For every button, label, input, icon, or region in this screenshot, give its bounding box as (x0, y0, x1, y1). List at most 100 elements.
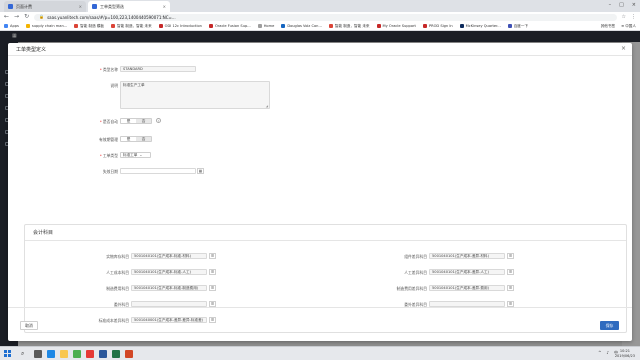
app-icon[interactable] (86, 350, 94, 358)
bookmark-item[interactable]: Home (257, 24, 274, 28)
tray-up-icon[interactable]: ^ (598, 350, 601, 356)
list-icon[interactable]: ☰ (209, 285, 216, 291)
list-icon[interactable]: ☰ (209, 253, 216, 259)
close-icon[interactable]: × (163, 4, 166, 9)
excel-icon[interactable] (112, 350, 120, 358)
sync-no-option[interactable]: 否 (136, 119, 151, 123)
folder-icon[interactable] (60, 350, 68, 358)
work-order-type-modal: 工单类型定义 × *类型名称 STANDARD 说明 标准生产工单 ◢ *是否自… (8, 43, 632, 341)
bookmarks-bar: Apps supply chain man... 智能 制造 模板 智能 制造，智能 … (0, 22, 640, 31)
labor-account-label: 人工成本科目 (106, 270, 129, 275)
back-icon[interactable]: ← (4, 14, 9, 20)
list-icon[interactable]: ☰ (209, 317, 216, 323)
bookmark-item[interactable]: ODI 12c Introduction (158, 24, 202, 28)
forward-icon[interactable]: → (14, 14, 19, 20)
manage-yes-option[interactable]: 是 (121, 137, 136, 141)
bookmark-label: supply chain man... (31, 24, 68, 28)
bookmark-item[interactable]: McKinsey Quarter... (459, 24, 501, 28)
bookmark-item[interactable]: Apps (4, 24, 19, 28)
required-mark: * (99, 119, 102, 124)
bookmark-item[interactable]: 智能 制造，智能 未来 (111, 24, 152, 29)
manage-toggle[interactable]: 是 否 (120, 136, 152, 142)
sync-toggle[interactable]: 是 否 (120, 118, 152, 124)
url-input[interactable]: 🔒 saas.yuanlitech.com/saas/#/p=100,223,1… (34, 13, 617, 21)
bookmark-item[interactable]: 百度一下 (507, 23, 529, 29)
description-textarea[interactable]: 标准生产工单 ◢ (120, 81, 270, 109)
edge-icon[interactable] (47, 350, 55, 358)
bookmark-item[interactable]: supply chain man... (25, 24, 68, 28)
bookmark-item[interactable]: Douglas Volz Con... (281, 24, 322, 28)
bookmark-label: ODI 12c Introduction (164, 24, 202, 28)
list-icon[interactable]: ☰ (507, 285, 514, 291)
list-icon[interactable]: ☰ (209, 269, 216, 275)
manage-no-option[interactable]: 否 (136, 137, 151, 141)
word-icon[interactable] (99, 350, 107, 358)
reload-icon[interactable]: ↻ (24, 14, 29, 20)
type-name-label-text: 类型名称 (102, 67, 118, 72)
description-value: 标准生产工单 (123, 83, 145, 87)
chrome-icon[interactable] (73, 350, 81, 358)
volume-icon[interactable]: ♪ (606, 350, 609, 356)
labor-account-field[interactable]: 5001040101(生产成本-标准-人工) (131, 269, 207, 275)
expire-date-field[interactable] (120, 168, 196, 174)
powerpoint-icon[interactable] (125, 350, 133, 358)
cancel-button[interactable]: 取消 (20, 321, 38, 330)
lock-icon: 🔒 (39, 14, 45, 19)
bookmark-label: Oracle Fusion Sup... (214, 24, 251, 28)
labor-variance-field[interactable]: 5001040101(生产成本-差异-人工) (429, 269, 505, 275)
kind-select[interactable]: 标准工单 ⌄ (120, 152, 151, 158)
search-icon[interactable]: ⌕ (21, 351, 24, 357)
bookmark-label: Douglas Volz Con... (287, 24, 322, 28)
task-view-icon[interactable] (34, 350, 42, 358)
bookmark-favicon-icon (459, 24, 464, 28)
close-icon[interactable]: × (621, 45, 626, 52)
sync-label: *是否自动 (90, 119, 118, 125)
window-close-icon[interactable]: × (632, 2, 636, 8)
bookmark-favicon-icon (111, 24, 116, 28)
std-cost-variance-label: 标准成本差异科目 (98, 318, 129, 323)
divider (25, 240, 626, 241)
overhead-variance-field[interactable]: 5001040101(生产成本-差异-费用) (429, 285, 505, 291)
bookmarks-right: 其他书签 ≡ 中国人 (601, 24, 636, 29)
bookmark-item[interactable]: 智能 制造 模板 (74, 24, 104, 29)
modal-title: 工单类型定义 (16, 47, 47, 53)
menu-icon[interactable]: ⋮ (631, 14, 636, 20)
save-button[interactable]: 保存 (600, 321, 619, 330)
language-indicator[interactable]: ≡ 中国人 (621, 24, 636, 29)
bookmark-item[interactable]: Oracle Fusion Sup... (208, 24, 251, 28)
browser-tab-2[interactable]: 工单类型筛选 × (88, 1, 170, 12)
close-icon[interactable]: × (79, 4, 82, 9)
accounts-panel: 会计科目 实物库存科目 5001040101(生产成本-标准-材料) ☰ 人工成… (24, 224, 627, 333)
list-icon[interactable]: ☰ (507, 269, 514, 275)
windows-start-icon[interactable] (4, 350, 11, 357)
clock[interactable]: 10:21 2019/06/23 (615, 349, 635, 358)
bookmark-favicon-icon (208, 24, 213, 28)
required-mark: * (99, 153, 102, 158)
list-icon[interactable]: ☰ (507, 253, 514, 259)
inventory-account-field[interactable]: 5001040101(生产成本-标准-材料) (131, 253, 207, 259)
sync-yes-option[interactable]: 是 (121, 119, 136, 123)
browser-tab-1[interactable]: 页面计费 × (4, 1, 86, 12)
bookmark-label: 百度一下 (513, 23, 529, 28)
url-text: saas.yuanlitech.com/saas/#/p=100,223,140… (47, 14, 176, 20)
maximize-icon[interactable]: □ (619, 2, 624, 8)
bookmark-label: McKinsey Quarter... (465, 24, 501, 28)
bookmark-favicon-icon (281, 24, 286, 28)
other-bookmarks[interactable]: 其他书签 (601, 24, 615, 29)
calendar-icon[interactable]: ▦ (197, 168, 204, 174)
bookmark-favicon-icon (4, 24, 8, 28)
type-name-field[interactable]: STANDARD (120, 66, 196, 72)
labor-variance-label: 人工差异科目 (404, 270, 427, 275)
minimize-icon[interactable]: – (609, 2, 612, 8)
bookmark-label: PROD Sign In (428, 24, 453, 28)
resize-handle-icon[interactable]: ◢ (266, 104, 268, 108)
component-variance-field[interactable]: 5001040101(生产成本-差异-材料) (429, 253, 505, 259)
star-icon[interactable]: ☆ (622, 14, 626, 20)
bookmark-item[interactable]: My Oracle Support (376, 24, 416, 28)
bookmark-item[interactable]: 智能 制造，智能 未来 (328, 24, 370, 29)
help-icon[interactable]: ? (156, 118, 161, 123)
bookmark-item[interactable]: PROD Sign In (422, 24, 453, 28)
overhead-account-field[interactable]: 5001040101(生产成本-标准-制造费用) (131, 285, 207, 291)
std-cost-variance-field[interactable]: 5001040001(生产成本-差异-差异-标准差) (131, 317, 207, 323)
address-bar: ← → ↻ 🔒 saas.yuanlitech.com/saas/#/p=100… (0, 12, 640, 22)
